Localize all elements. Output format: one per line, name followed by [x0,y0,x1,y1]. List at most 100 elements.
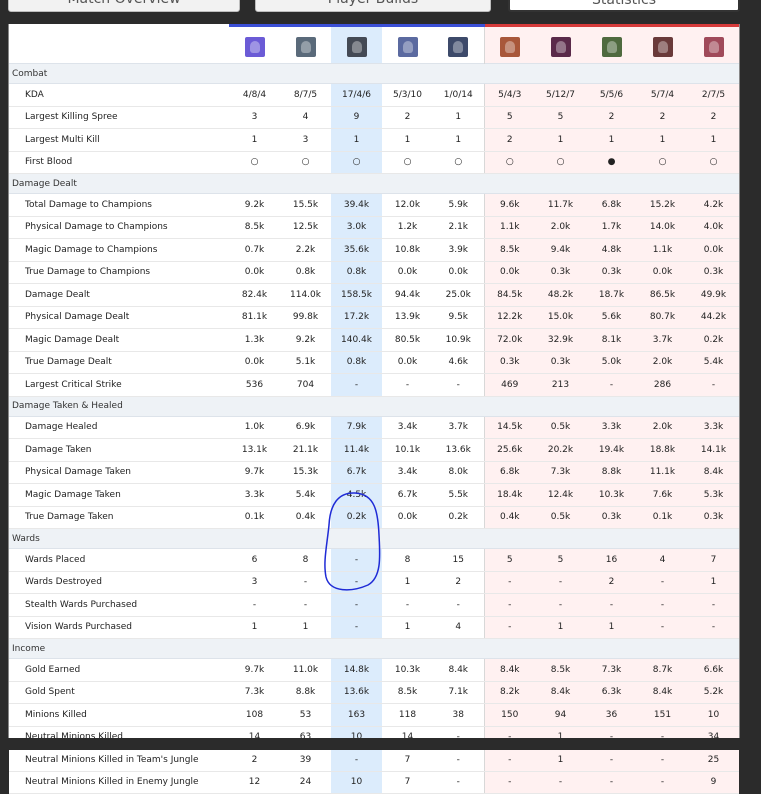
stat-value: 49.9k [688,283,739,307]
stat-value: 2.0k [637,351,688,374]
stat-row: Physical Damage to Champions 8.5k 12.5k 3.0… [9,216,739,239]
stat-value: 2.0k [535,216,586,239]
tab-match-overview[interactable]: Match Overview [8,0,240,12]
stat-value: 0.1k [229,506,280,529]
stat-value: 6.8k [586,193,637,217]
stat-value: - [637,593,688,617]
stat-value: 2/7/5 [688,83,739,107]
champion-icon-10[interactable] [703,37,724,57]
stat-label: Minions Killed [9,703,229,727]
section-header: Damage Taken & Healed [9,395,739,417]
stat-value: 108 [229,703,280,727]
stat-label: Damage Dealt [9,283,229,307]
stat-value: 3 [280,128,331,152]
stat-value: 1 [229,128,280,152]
stat-value: - [483,771,535,794]
stat-value: - [280,593,331,617]
stat-value: 0.0k [382,351,433,374]
champion-icon-8[interactable] [601,37,622,57]
stat-value: 10 [688,703,739,727]
stat-value: 39.4k [331,193,382,217]
stat-value: 13.6k [331,681,382,704]
tab-statistics[interactable]: Statistics [508,0,740,12]
champion-icon-9[interactable] [652,37,673,57]
champion-icon-2[interactable] [295,37,316,57]
stat-value: 7.3k [535,461,586,484]
champion-icon-6[interactable] [499,37,520,57]
stat-value: 81.1k [229,306,280,329]
champion-icon-7[interactable] [550,37,571,57]
section-title: Wards [9,528,739,549]
champion-icon-5[interactable] [448,37,469,57]
stat-label: Largest Killing Spree [9,106,229,129]
stat-value: 0.3k [688,261,739,284]
stat-label: Gold Spent [9,681,229,704]
champion-icon-3[interactable] [346,37,367,57]
stat-value: 84.5k [483,283,535,307]
stat-value: 6.8k [483,461,535,484]
stat-value: - [637,571,688,594]
stat-value: 21.1k [280,438,331,462]
stat-value: 0.0k [229,261,280,284]
stat-value: 7 [688,548,739,572]
stat-value: 6.7k [331,461,382,484]
stat-value: 1 [433,128,484,152]
champion-icon-4[interactable] [397,37,418,57]
stat-row: KDA 4/8/4 8/7/5 17/4/6 5/3/10 1/0/14 5/4/3 5/12… [9,83,739,107]
stat-value: 5 [535,548,586,572]
stat-value: 6.3k [586,681,637,704]
section-title: Income [9,638,739,659]
stat-value: 99.8k [280,306,331,329]
stat-value: 8.8k [280,681,331,704]
stat-value: 5.3k [688,483,739,507]
stat-value: 94 [535,703,586,727]
stat-value: 536 [229,373,280,397]
stat-value: 8.5k [535,658,586,682]
stat-value: 86.5k [637,283,688,307]
stat-value: - [535,571,586,594]
stat-value: 1 [586,616,637,639]
stat-value: 8 [382,548,433,572]
stat-value: 8.5k [483,238,535,262]
stat-value: 17.2k [331,306,382,329]
stat-value: 2 [433,571,484,594]
stat-value: 10.9k [433,328,484,352]
stat-value: 9.7k [229,461,280,484]
stat-value: 5.0k [586,351,637,374]
stat-value: 1.1k [637,238,688,262]
stat-row: True Damage to Champions 0.0k 0.8k 0.8k 0.0k… [9,261,739,284]
stat-row: Total Damage to Champions 9.2k 15.5k 39.4k 1… [9,193,739,217]
stat-value: 0.0k [229,351,280,374]
stat-row: Physical Damage Dealt 81.1k 99.8k 17.2k 13.9… [9,306,739,329]
stat-value: 7.3k [586,658,637,682]
stat-value: 2.1k [433,216,484,239]
stat-value: 213 [535,373,586,397]
stat-value: ○ [433,151,484,174]
champion-header-cell [535,24,586,64]
stat-value: 5/4/3 [483,83,535,107]
stat-value: - [483,748,535,772]
stat-value: 5.9k [433,193,484,217]
stat-value: ○ [280,151,331,174]
champion-icon-1[interactable] [244,37,265,57]
stat-value: 5 [483,106,535,129]
stat-value: 3.4k [382,461,433,484]
stat-value: - [688,373,739,397]
stat-value: 0.8k [331,351,382,374]
stat-value: 2 [382,106,433,129]
tab-player-builds[interactable]: Player Builds [255,0,491,12]
header-spacer [9,25,229,64]
section-header: Wards [9,528,739,549]
stat-label: Magic Damage Dealt [9,328,229,352]
stat-value: 18.4k [483,483,535,507]
stat-value: 5.6k [586,306,637,329]
stat-value: 4.6k [433,351,484,374]
stat-value: 158.5k [331,283,382,307]
stat-row: Wards Destroyed 3- -1 2- -2-1 [9,571,739,594]
stat-value: 0.4k [280,506,331,529]
stat-value: 80.7k [637,306,688,329]
champion-header-cell [382,24,433,64]
stat-value: - [433,593,484,617]
stat-value: 9.4k [535,238,586,262]
stat-value: 114.0k [280,283,331,307]
